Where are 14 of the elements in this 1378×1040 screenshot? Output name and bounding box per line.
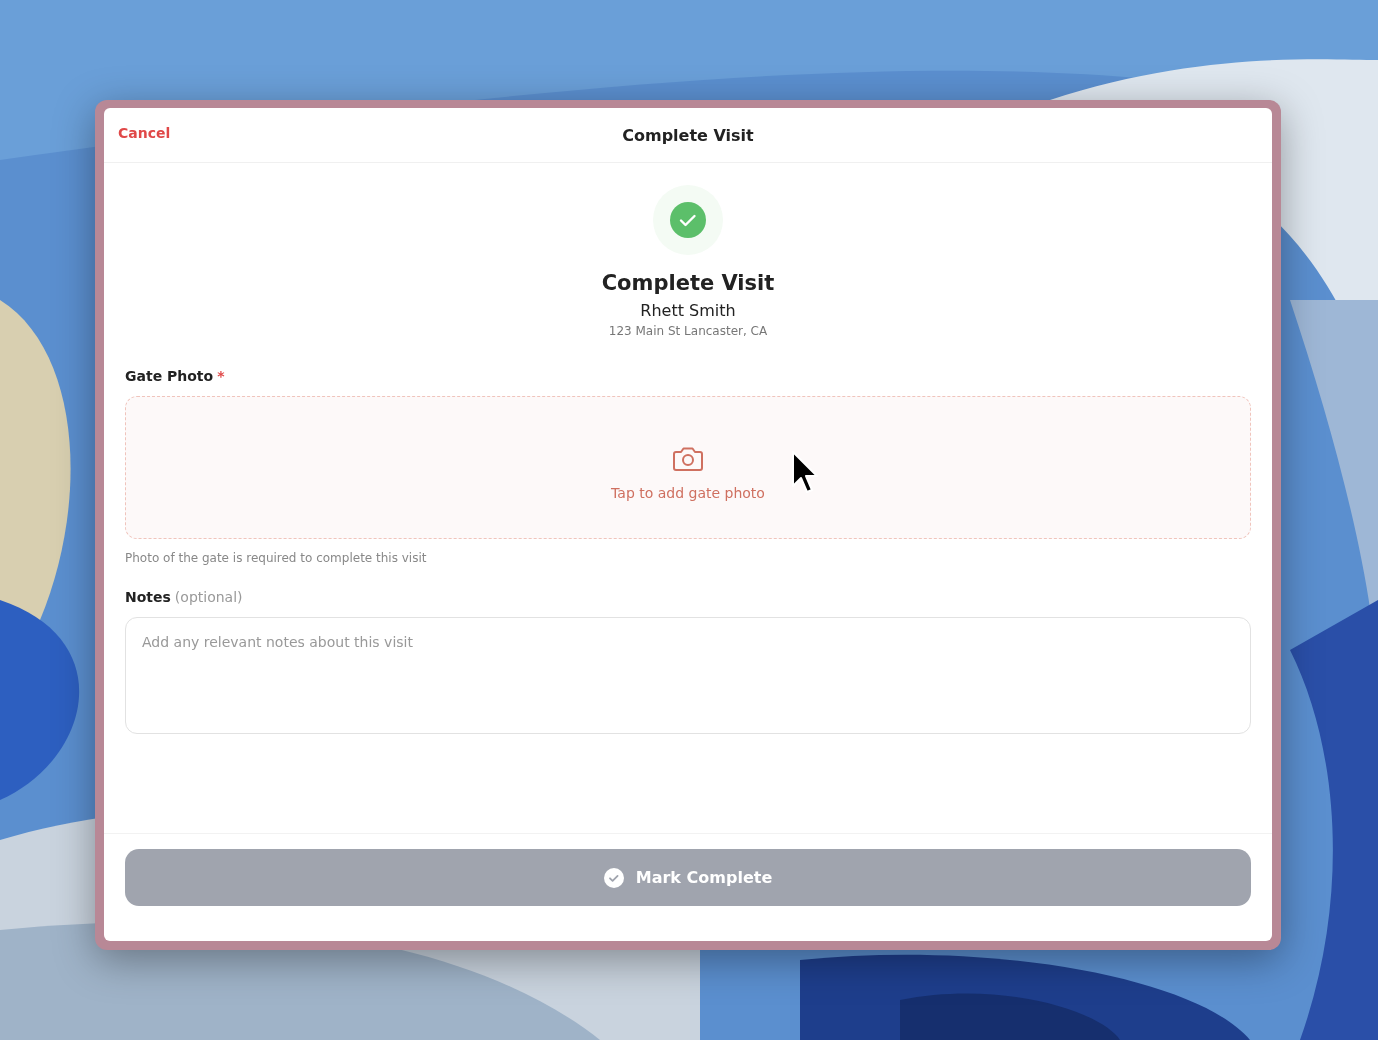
required-mark: * [217,368,225,384]
field-label: Gate Photo [125,368,214,384]
visit-title: Complete Visit [601,271,775,295]
header-title: Complete Visit [622,125,754,145]
cancel-button[interactable]: Cancel [118,125,171,141]
customer-address: 123 Main St Lancaster, CA [608,324,768,338]
optional-hint: (optional) [174,589,243,605]
notes-field[interactable]: Add any relevant notes about this visit [125,617,1251,734]
check-icon [603,867,624,888]
customer-name: Rhett Smith [640,301,736,320]
helper-text: Photo of the gate is required to complete this visit [125,551,428,565]
cursor-icon [791,450,819,496]
field-label: Notes [125,589,171,605]
photo-upload-area[interactable]: Tap to add gate photo [125,396,1251,539]
